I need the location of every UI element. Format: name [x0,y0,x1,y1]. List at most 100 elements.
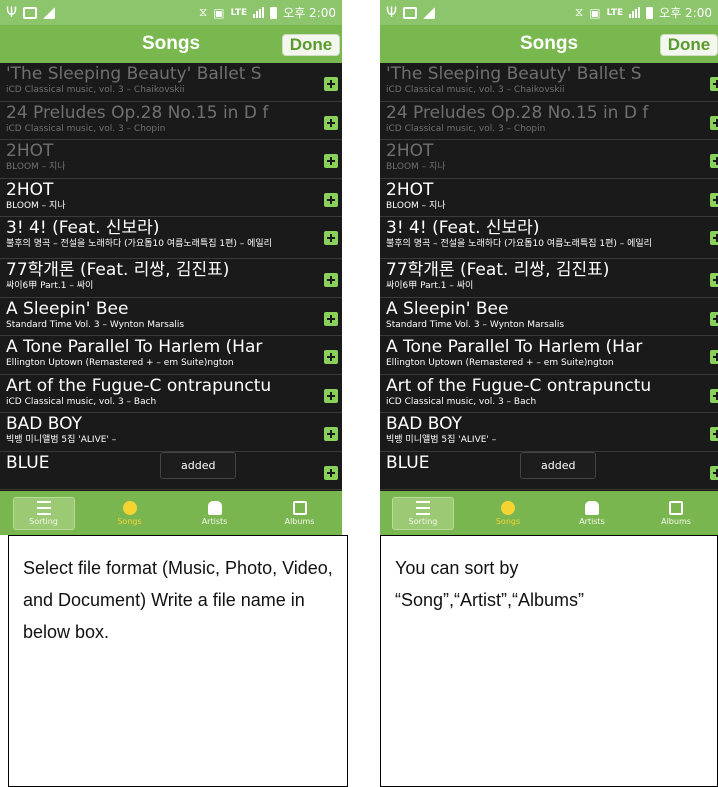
song-list: 'The Sleeping Beauty' Ballet SiCD Classi… [380,63,718,491]
status-time: 오후 2:00 [659,6,712,20]
done-button[interactable]: Done [660,34,718,56]
phone-screen-right: Ψ ⧖ ▣ LTE 오후 2:00 Songs Done 'The Sleepi… [380,0,718,535]
battery-icon [646,6,654,19]
song-row[interactable]: BAD BOY 빅뱅 미니앨범 5집 'ALIVE' – [380,413,718,452]
song-subtitle: BLOOM – 지나 [386,162,446,172]
caption-right: You can sort by “Song”,“Artist”,“Albums” [380,535,718,787]
tab-artists[interactable]: Artists [562,500,622,526]
song-row[interactable]: BAD BOY 빅뱅 미니앨범 5집 'ALIVE' – [0,413,342,452]
song-row[interactable]: 77학개론 (Feat. 리쌍, 김진표) 싸이6甲 Part.1 – 싸이 [0,259,342,298]
song-subtitle: iCD Classical music, vol. 3 – Bach [386,396,537,407]
plus-icon[interactable] [324,192,338,207]
tab-sorting[interactable]: Sorting [12,496,75,530]
song-title: A Sleepin' Bee [6,299,129,319]
song-row[interactable]: 2HOT BLOOM – 지나 [380,140,718,179]
tab-albums[interactable]: Albums [646,500,706,526]
done-button[interactable]: Done [282,34,340,56]
plus-icon[interactable] [710,231,718,245]
song-row[interactable]: 'The Sleeping Beauty' Ballet SiCD Classi… [380,63,718,102]
song-icon [501,500,515,515]
network-label: LTE [230,7,248,18]
plus-icon[interactable] [710,115,718,130]
song-title: A Tone Parallel To Harlem (Har [386,338,643,357]
plus-icon[interactable] [324,350,338,364]
song-subtitle: iCD Classical music, vol. 3 – Bach [6,396,157,407]
network-label: LTE [606,7,624,18]
plus-icon[interactable] [710,154,718,168]
plus-icon[interactable] [710,311,718,326]
plus-icon[interactable] [710,388,718,403]
vibrate-icon: ⧖ [198,5,208,19]
song-icon [122,500,137,515]
bottom-tab-bar: Sorting Songs Artists Albums [380,491,718,535]
song-row[interactable]: 24 Preludes Op.28 No.15 in D f iCD Classi… [380,102,718,140]
plus-icon[interactable] [324,388,338,403]
plus-icon[interactable] [324,115,338,130]
song-row[interactable]: 3! 4! (Feat. 신보라) 불후의 명곡 – 전설을 노래하다 (가요톱1… [380,217,718,259]
song-subtitle: Ellington Uptown (Remastered + – em Suit… [386,358,614,368]
song-title: Art of the Fugue-C ontrapunctu [386,376,652,396]
plus-icon[interactable] [324,427,338,441]
song-subtitle: iCD Classical music, vol. 3 – Chopin [6,123,166,134]
song-subtitle: Standard Time Vol. 3 – Wynton Marsalis [386,319,565,330]
title-bar: Songs Done [380,25,718,63]
song-subtitle: iCD Classical music, vol. 3 – Chaikovski… [386,85,565,95]
plus-icon[interactable] [324,154,338,168]
song-title: 3! 4! (Feat. 신보라) [6,219,160,238]
song-title: 77학개론 (Feat. 리쌍, 김진표) [6,261,230,280]
song-list: 'The Sleeping Beauty' Ballet SiCD Classi… [0,63,342,491]
phone-screen-left: Ψ ⧖ ▣ LTE 오후 2:00 Songs Done 'The Sleepi… [0,0,342,535]
tab-artists[interactable]: Artists [185,500,245,526]
plus-icon[interactable] [710,273,718,287]
song-row[interactable]: 77학개론 (Feat. 리쌍, 김진표) 싸이6甲 Part.1 – 싸이 [380,259,718,298]
song-row[interactable]: Art of the Fugue-C ontrapunctu iCD Classi… [0,375,342,413]
song-row[interactable]: A Tone Parallel To Harlem (Har Ellington … [380,336,718,375]
image-icon [23,6,38,19]
song-row[interactable]: A Sleepin' Bee Standard Time Vol. 3 – Wyn… [380,298,718,336]
tab-label: Songs [117,516,142,526]
song-subtitle: iCD Classical music, vol. 3 – Chopin [386,123,546,134]
song-subtitle: Ellington Uptown (Remastered + – em Suit… [6,358,234,368]
song-title: 'The Sleeping Beauty' Ballet S [386,65,642,84]
artist-icon [585,500,599,515]
plus-icon[interactable] [710,350,718,364]
song-title: 2HOT [6,180,54,200]
signal-icon [423,6,436,19]
plus-icon[interactable] [324,77,338,91]
song-row[interactable]: Art of the Fugue-C ontrapunctu iCD Classi… [380,375,718,413]
tab-songs[interactable]: Songs [100,500,160,526]
song-row[interactable]: 3! 4! (Feat. 신보라) 불후의 명곡 – 전설을 노래하다 (가요톱1… [0,217,342,259]
plus-icon[interactable] [324,231,338,245]
song-row[interactable]: 'The Sleeping Beauty' Ballet SiCD Classi… [0,63,342,102]
sort-icon [36,500,51,515]
song-subtitle: BLOOM – 지나 [6,162,66,172]
plus-icon[interactable] [324,465,338,480]
plus-icon[interactable] [710,427,718,441]
song-title: BAD BOY [386,415,462,434]
song-title: BAD BOY [6,415,82,434]
song-subtitle: Standard Time Vol. 3 – Wynton Marsalis [6,319,185,330]
vibrate-icon: ⧖ [574,5,584,19]
tab-label: Albums [284,516,315,526]
plus-icon[interactable] [710,77,718,91]
song-row[interactable]: 24 Preludes Op.28 No.15 in D f iCD Classi… [0,102,342,140]
plus-icon[interactable] [324,311,338,326]
song-row[interactable]: 2HOT BLOOM – 지나 [0,140,342,179]
tab-albums[interactable]: Albums [270,500,330,526]
signal-icon [43,6,56,19]
song-row[interactable]: 2HOT BLOOM – 지나 [0,179,342,217]
plus-icon[interactable] [710,192,718,207]
tab-sorting[interactable]: Sorting [392,496,454,530]
tab-label: Sorting [408,516,438,526]
plus-icon[interactable] [710,465,718,480]
song-subtitle: 싸이6甲 Part.1 – 싸이 [386,281,474,291]
song-subtitle: 싸이6甲 Part.1 – 싸이 [6,281,94,291]
song-row[interactable]: A Tone Parallel To Harlem (Har Ellington … [0,336,342,375]
song-row[interactable]: 2HOT BLOOM – 지나 [380,179,718,217]
song-row[interactable]: A Sleepin' Bee Standard Time Vol. 3 – Wyn… [0,298,342,336]
tab-label: Songs [495,516,521,526]
sync-icon: ▣ [213,5,225,20]
tab-songs[interactable]: Songs [478,500,538,526]
plus-icon[interactable] [324,273,338,287]
artist-icon [207,500,222,515]
